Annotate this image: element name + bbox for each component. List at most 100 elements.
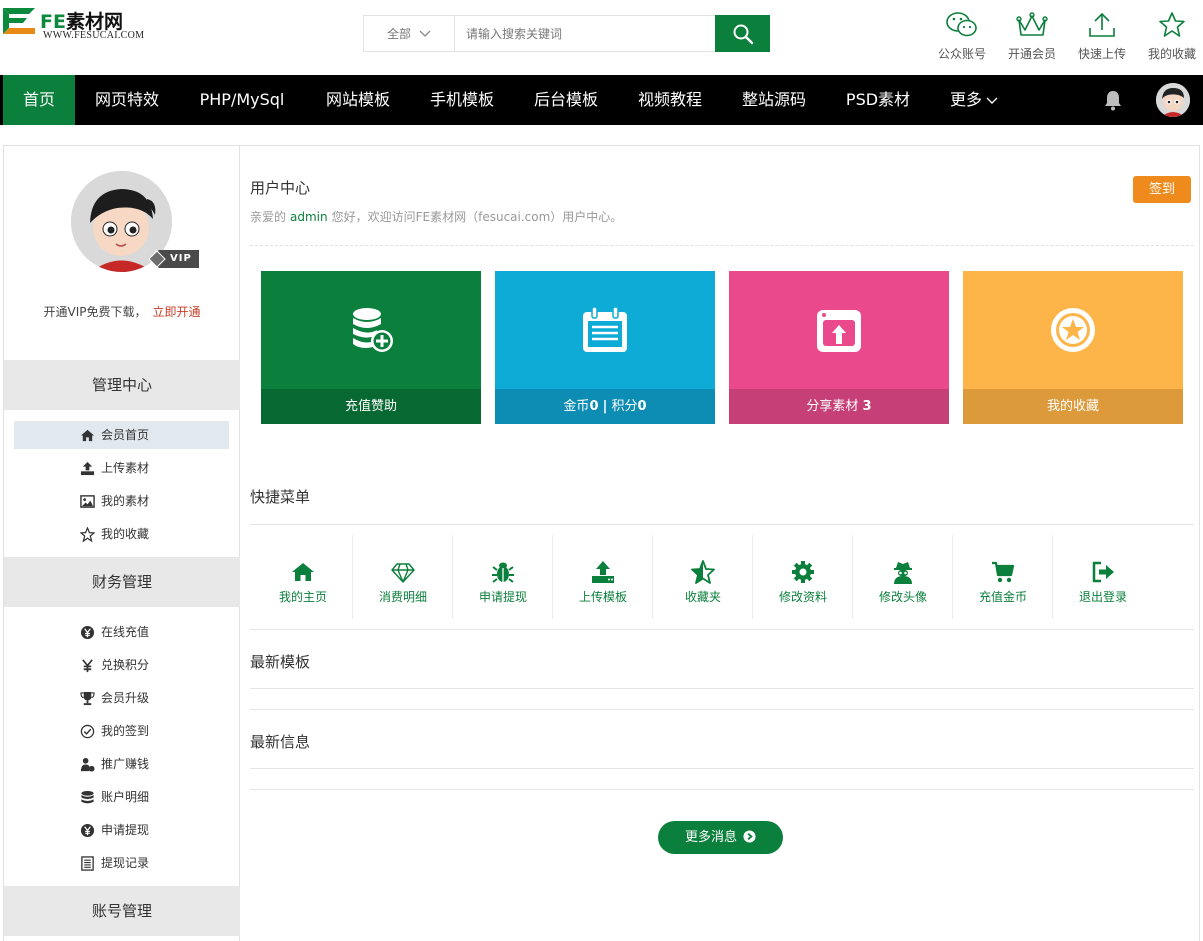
tile-balance[interactable]: 金币0 | 积分0: [495, 271, 715, 424]
image-icon: [80, 495, 95, 508]
quick-link-label: 开通会员: [1007, 47, 1056, 61]
divider: [250, 524, 1194, 525]
shortcut-consumption[interactable]: 消费明细: [353, 535, 453, 619]
list-icon: [81, 856, 94, 871]
wechat-icon: [946, 12, 977, 37]
quick-link-vip[interactable]: 开通会员: [1002, 10, 1062, 62]
search-input[interactable]: [456, 16, 716, 51]
sidebar-item-withdraw-records[interactable]: 提现记录: [14, 849, 229, 877]
diamond-icon: [391, 563, 415, 583]
tile-recharge[interactable]: 充值赞助: [261, 271, 481, 424]
sidebar-item-member-home[interactable]: 会员首页: [14, 421, 229, 449]
gear-icon: [792, 561, 814, 583]
shortcut-favorites[interactable]: 收藏夹: [653, 535, 753, 619]
latest-templates-title: 最新模板: [250, 653, 311, 671]
yen-icon: [80, 823, 95, 838]
search-category-select[interactable]: 全部: [364, 16, 455, 51]
shortcut-recharge-gold[interactable]: 充值金币: [953, 535, 1053, 619]
more-messages-label: 更多消息: [684, 830, 737, 845]
divider: [250, 245, 1194, 246]
user-avatar[interactable]: [1156, 83, 1190, 117]
nav-item-php-mysql[interactable]: PHP/MySql: [190, 75, 294, 125]
shortcut-logout[interactable]: 退出登录: [1053, 535, 1153, 619]
sidebar-item-apply-withdraw[interactable]: 申请提现: [14, 816, 229, 844]
tile-body: [495, 271, 715, 389]
shortcut-label: 我的主页: [278, 590, 327, 604]
sidebar-item-my-favorites[interactable]: 我的收藏: [14, 520, 229, 548]
upload-icon: [1089, 12, 1115, 37]
nav-item-site-source[interactable]: 整站源码: [732, 75, 816, 125]
sidebar-group-finance: 财务管理: [4, 557, 240, 607]
shared-label: 分享素材: [806, 399, 859, 414]
gold-label: 金币: [563, 399, 590, 414]
tile-body: [729, 271, 949, 389]
sidebar-group-management: 管理中心: [4, 360, 240, 410]
nav-item-video-tutorials[interactable]: 视频教程: [628, 75, 712, 125]
nav-item-psd[interactable]: PSD素材: [836, 75, 920, 125]
nav-item-site-templates[interactable]: 网站模板: [316, 75, 400, 125]
more-messages-button[interactable]: 更多消息: [658, 821, 783, 854]
welcome-suffix: 您好，欢迎访问FE素材网（fesucai.com）用户中心。: [331, 210, 623, 224]
quick-link-wechat[interactable]: 公众账号: [932, 10, 992, 62]
user-money-icon: [80, 757, 95, 772]
welcome-prefix: 亲爱的: [250, 210, 287, 224]
tile-shared-materials[interactable]: 分享素材 3: [729, 271, 949, 424]
nav-item-admin-templates[interactable]: 后台模板: [524, 75, 608, 125]
sidebar-group-account: 账号管理: [4, 886, 240, 936]
sidebar-item-label: 会员升级: [101, 691, 150, 705]
balance-separator: |: [602, 399, 608, 414]
nav-item-more[interactable]: 更多: [940, 75, 1008, 125]
shortcut-apply-withdraw[interactable]: 申请提现: [453, 535, 553, 619]
sidebar-item-upload[interactable]: 上传素材: [14, 454, 229, 482]
coins-add-icon: [353, 308, 393, 352]
shortcut-edit-avatar[interactable]: 修改头像: [853, 535, 953, 619]
crown-icon: [1016, 12, 1048, 36]
search-icon: [733, 24, 753, 44]
sidebar-item-exchange-points[interactable]: 兑换积分: [14, 651, 229, 679]
latest-info-title: 最新信息: [250, 733, 311, 751]
search-button[interactable]: [715, 15, 770, 52]
site-logo[interactable]: FE素材网 WWW.FESUCAI.COM: [3, 6, 163, 41]
sidebar-item-label: 会员首页: [101, 428, 150, 442]
bug-icon: [492, 562, 514, 583]
shortcut-label: 收藏夹: [684, 590, 721, 604]
arrow-circle-right-icon: [743, 830, 756, 843]
tile-my-favorites[interactable]: 我的收藏: [963, 271, 1183, 424]
shortcut-upload-template[interactable]: 上传模板: [553, 535, 653, 619]
tile-label: 充值赞助: [261, 389, 481, 424]
chevron-down-icon: [986, 97, 998, 104]
sidebar-item-member-upgrade[interactable]: 会员升级: [14, 684, 229, 712]
points-label: 积分: [611, 399, 638, 414]
sidebar-item-online-recharge[interactable]: 在线充值: [14, 618, 229, 646]
signin-button[interactable]: 签到: [1133, 176, 1191, 203]
star-icon: [80, 527, 95, 542]
sidebar-item-my-signin[interactable]: 我的签到: [14, 717, 229, 745]
sidebar-item-my-materials[interactable]: 我的素材: [14, 487, 229, 515]
vip-open-link[interactable]: 立即开通: [152, 305, 200, 319]
upload-icon: [80, 461, 95, 476]
share-upload-icon: [817, 310, 861, 352]
nav-item-home[interactable]: 首页: [3, 75, 75, 125]
star-half-icon: [691, 560, 715, 584]
bell-icon[interactable]: [1101, 88, 1125, 112]
star-circle-icon: [1051, 308, 1095, 352]
shortcut-edit-profile[interactable]: 修改资料: [753, 535, 853, 619]
shared-count: 3: [862, 399, 872, 414]
nav-item-web-effects[interactable]: 网页特效: [85, 75, 169, 125]
sidebar-item-account-details[interactable]: 账户明细: [14, 783, 229, 811]
quick-link-favorites[interactable]: 我的收藏: [1142, 10, 1202, 62]
divider: [250, 768, 1194, 769]
search-category-value: 全部: [386, 27, 411, 41]
divider: [250, 629, 1194, 630]
sidebar-item-promote-earn[interactable]: 推广赚钱: [14, 750, 229, 778]
sidebar-item-label: 我的签到: [101, 724, 150, 738]
sidebar-item-label: 申请提现: [101, 823, 150, 837]
nav-item-mobile-templates[interactable]: 手机模板: [420, 75, 504, 125]
quick-link-upload[interactable]: 快速上传: [1072, 10, 1132, 62]
avatar-image: [1156, 83, 1190, 117]
check-circle-icon: [80, 724, 95, 739]
shortcut-my-home[interactable]: 我的主页: [253, 535, 353, 619]
trophy-icon: [80, 691, 95, 706]
sidebar-item-label: 兑换积分: [101, 658, 150, 672]
shortcut-label: 申请提现: [478, 590, 527, 604]
